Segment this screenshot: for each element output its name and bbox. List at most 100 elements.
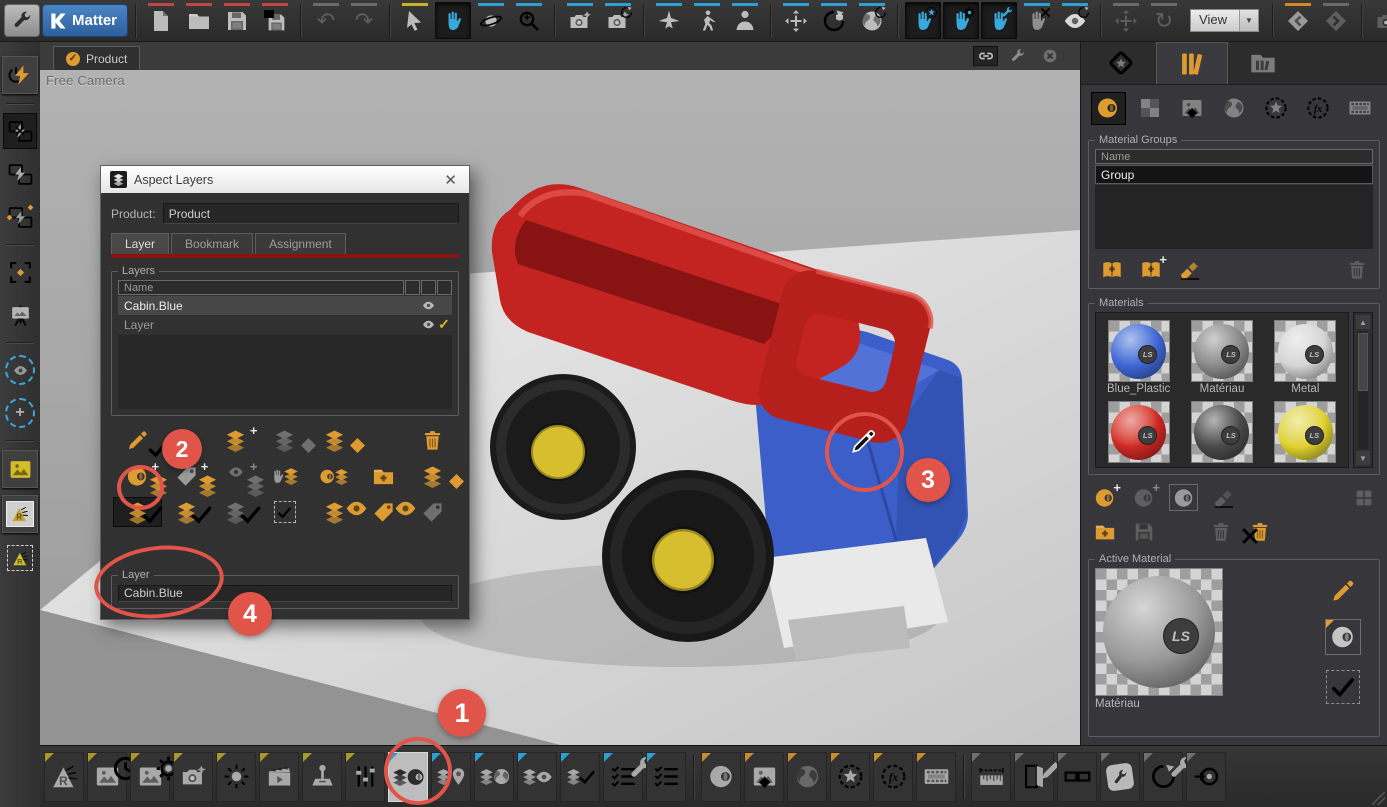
active-material-slot-button[interactable] (1325, 619, 1361, 655)
category-backplates-button[interactable] (1342, 92, 1377, 125)
sun-light-button[interactable] (216, 752, 256, 802)
settings-button[interactable] (4, 4, 40, 37)
category-sun-button[interactable] (1258, 92, 1293, 125)
column-header[interactable] (405, 280, 420, 295)
name-column-header[interactable]: Name (118, 280, 404, 295)
pan-tool-button[interactable] (435, 2, 471, 39)
validation-layers-button[interactable] (560, 752, 600, 802)
category-effects-button[interactable] (1300, 92, 1335, 125)
previous-view-button[interactable] (1280, 2, 1316, 39)
add-layer-button[interactable]: + (211, 425, 260, 455)
render-frame-button[interactable] (44, 752, 84, 802)
pick-active-material-button[interactable] (1330, 578, 1356, 604)
settings-rotate-button[interactable] (1143, 752, 1183, 802)
pick-tool-button[interactable] (981, 2, 1017, 39)
zoom-tool-button[interactable] (511, 2, 547, 39)
snapshot-image-button[interactable] (2, 450, 38, 488)
observer-mode-button[interactable] (727, 2, 763, 39)
groups-list-empty-area[interactable] (1095, 185, 1373, 249)
delete-layer-button[interactable] (408, 425, 457, 455)
thumbnail-grid-button[interactable] (1350, 485, 1377, 510)
render-image-button[interactable] (2, 495, 38, 533)
materials-scrollbar[interactable]: ▲ ▼ (1353, 312, 1373, 468)
redo-button[interactable]: ↷ (346, 2, 382, 39)
visibility-layers-button[interactable] (517, 752, 557, 802)
pick-apply-material-button[interactable] (905, 2, 941, 39)
matter-module-badge[interactable]: Matter (42, 4, 128, 37)
pick-edit-material-button[interactable] (943, 2, 979, 39)
environment-editor-button[interactable] (787, 752, 827, 802)
camera-snapshot-button[interactable] (562, 2, 598, 39)
scroll-down-button[interactable]: ▼ (1356, 451, 1370, 465)
view-dropdown[interactable]: View ▼ (1190, 9, 1259, 32)
pick-surfaces-to-layer-button[interactable] (260, 461, 309, 491)
column-header[interactable] (437, 280, 452, 295)
material-thumb-blue-plastic[interactable]: LS Blue_Plastic (1100, 320, 1177, 397)
measure-tool-button[interactable] (971, 752, 1011, 802)
animation-clapper-button[interactable] (259, 752, 299, 802)
active-material-preview[interactable]: LS (1095, 568, 1223, 696)
group-row-selected[interactable]: Group (1095, 165, 1373, 184)
save-as-button[interactable] (257, 2, 293, 39)
delete-material-button[interactable] (1207, 519, 1234, 544)
assign-selection-button[interactable] (310, 425, 359, 455)
scroll-up-button[interactable]: ▲ (1356, 315, 1370, 329)
select-tool-button[interactable] (397, 2, 433, 39)
undo-button[interactable]: ↶ (308, 2, 344, 39)
new-visibility-layer-disabled-button[interactable]: + (211, 461, 260, 491)
category-materials-button[interactable] (1091, 92, 1126, 125)
apply-active-material-button[interactable] (1326, 670, 1360, 704)
show-checked-layers-button[interactable] (162, 497, 211, 527)
category-textures-button[interactable] (1133, 92, 1168, 125)
layer-row-layer[interactable]: Layer ✓ (118, 315, 452, 334)
visibility-toggle[interactable] (420, 299, 436, 312)
material-thumb-yellow[interactable]: LS (1267, 401, 1344, 463)
dialog-titlebar[interactable]: Aspect Layers ✕ (101, 166, 469, 193)
assign-disabled-button[interactable] (260, 425, 309, 455)
category-images-button[interactable] (1175, 92, 1210, 125)
add-pick-target-button[interactable]: + (3, 395, 37, 431)
rename-group-button[interactable] (1176, 257, 1203, 282)
frame-selection-button[interactable] (3, 254, 37, 290)
target-arrow-button[interactable] (1186, 752, 1226, 802)
lighting-pause-button[interactable] (3, 156, 37, 192)
scroll-track[interactable] (1358, 331, 1368, 449)
layers-list-empty-area[interactable] (118, 335, 452, 409)
geometry-layers-button[interactable] (474, 752, 514, 802)
walk-mode-button[interactable] (689, 2, 725, 39)
refresh-disabled-button[interactable]: ↻ (1146, 2, 1182, 39)
show-pick-eye-button[interactable] (1057, 2, 1093, 39)
interaction-joystick-button[interactable] (302, 752, 342, 802)
scroll-thumb[interactable] (1358, 333, 1368, 391)
material-thumb-dark[interactable]: LS (1183, 401, 1260, 463)
delete-group-button[interactable] (1343, 257, 1370, 282)
category-environments-button[interactable] (1217, 92, 1252, 125)
realtime-render-toggle-button[interactable] (2, 56, 38, 94)
presentation-screen-button[interactable] (3, 297, 37, 333)
duplicate-material-button[interactable]: + (1130, 485, 1157, 510)
group-name-header[interactable]: Name (1095, 149, 1373, 164)
tab-library-folders[interactable] (1228, 42, 1298, 84)
tag-hide-button[interactable] (359, 497, 408, 527)
new-material-button[interactable]: + (1091, 485, 1118, 510)
render-region-button[interactable] (3, 540, 37, 576)
tab-bookmark[interactable]: Bookmark (171, 233, 253, 254)
import-material-button[interactable] (1091, 519, 1118, 544)
show-material-button[interactable] (1169, 484, 1198, 511)
tab-assignment[interactable]: Assignment (255, 233, 346, 254)
effects-editor-button[interactable] (873, 752, 913, 802)
stereo-glasses-button[interactable] (1057, 752, 1097, 802)
translate-disabled-button[interactable] (1108, 2, 1144, 39)
purge-unused-button[interactable] (1246, 519, 1273, 544)
new-group-button[interactable] (1098, 257, 1125, 282)
save-button[interactable] (219, 2, 255, 39)
sensors-editor-button[interactable] (830, 752, 870, 802)
dialog-close-button[interactable]: ✕ (441, 171, 460, 189)
backplate-editor-button[interactable] (916, 752, 956, 802)
resize-grip[interactable] (1372, 792, 1385, 805)
material-thumb-materiau[interactable]: LS Matériau (1183, 320, 1260, 397)
disable-lighting-button[interactable] (3, 113, 37, 149)
tab-product[interactable]: ✓ Product (53, 46, 140, 70)
materials-to-layer-button[interactable] (310, 461, 359, 491)
active-toggle[interactable]: ✓ (436, 316, 452, 333)
